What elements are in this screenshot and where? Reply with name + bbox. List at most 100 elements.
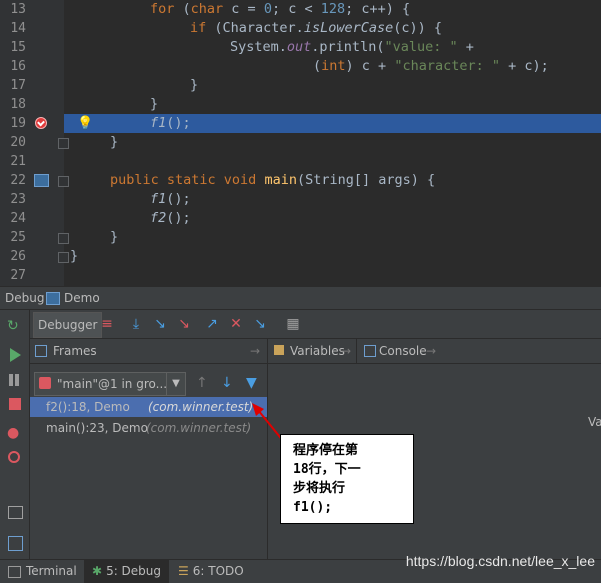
pin-icon[interactable]: → [341, 339, 351, 363]
line-number: 20 [10, 135, 26, 150]
camera-icon[interactable] [8, 506, 23, 519]
code-text: System.out.println("value: " + [230, 39, 474, 55]
code-line-13[interactable]: 13 for (char c = 0; c < 128; c++) { [0, 0, 601, 19]
view-breakpoints-icon[interactable]: ● [7, 425, 23, 441]
thread-selector[interactable]: "main"@1 in gro... ▼ [34, 372, 186, 396]
debug-top-toolbar: Debugger ≡ ⤓ ↘ ↘ ↗ ✕ ↘ ▦ [30, 310, 601, 339]
drop-frame-icon[interactable]: ✕ [228, 316, 244, 332]
tab-todo[interactable]: ☰ 6: TODO [178, 560, 244, 583]
tab-label: 6: TODO [192, 564, 244, 578]
evaluate-expression-icon[interactable]: ▦ [285, 316, 301, 332]
frame-method: main():23, Demo [46, 421, 148, 435]
debug-left-toolbar: ↻ ● [0, 310, 30, 559]
code-line-15[interactable]: 15 System.out.println("value: " + [0, 38, 601, 57]
line-number: 19 [10, 116, 26, 131]
code-text: } [110, 229, 119, 245]
line-number: 26 [10, 249, 26, 264]
rerun-icon[interactable]: ↻ [7, 318, 23, 334]
watermark: https://blog.csdn.net/lee_x_lee [405, 553, 595, 569]
tab-console[interactable]: Console [379, 339, 427, 363]
code-line-25[interactable]: 25 } [0, 228, 601, 247]
code-line-21[interactable]: 21 [0, 152, 601, 171]
thread-value: "main"@1 in gro... [57, 377, 168, 391]
code-text: f1(); [150, 115, 191, 131]
line-number: 14 [10, 21, 26, 36]
code-text: for (char c = 0; c < 128; c++) { [150, 1, 411, 17]
run-to-cursor-icon[interactable]: ↘ [252, 316, 268, 332]
variables-icon [274, 345, 284, 355]
previous-frame-icon[interactable]: ↑ [196, 375, 208, 391]
fold-icon[interactable] [58, 252, 69, 263]
code-line-22[interactable]: 22 public static void main(String[] args… [0, 171, 601, 190]
layout-icon[interactable] [8, 536, 23, 551]
code-line-16[interactable]: 16 (int) c + "character: " + c); [0, 57, 601, 76]
terminal-icon [8, 565, 21, 578]
tab-variables[interactable]: Variables [290, 339, 345, 363]
line-number: 21 [10, 154, 26, 169]
pin-icon[interactable]: → [426, 339, 436, 363]
debug-config-name[interactable]: Demo [64, 287, 100, 309]
code-line-19-current[interactable]: f1(); 💡 [64, 114, 601, 133]
fold-icon[interactable] [58, 176, 69, 187]
note-line: 18行，下一 [293, 462, 361, 477]
code-text: f1(); [150, 191, 191, 207]
step-over-icon[interactable]: ⤓ [128, 316, 144, 332]
pause-icon[interactable] [7, 373, 23, 389]
lightbulb-icon[interactable]: 💡 [77, 114, 93, 133]
resume-icon[interactable] [10, 348, 21, 362]
gutter-line-19[interactable]: 19 [0, 114, 64, 133]
code-line-27[interactable]: 27 [0, 266, 601, 285]
frames-pane: Frames → "main"@1 in gro... ▼ ↑ ↓ ▼ f2()… [30, 339, 268, 559]
code-text: } [190, 77, 199, 93]
code-line-23[interactable]: 23 f1(); [0, 190, 601, 209]
debug-title: Debug [5, 291, 45, 305]
frame-package: (com.winner.test) [146, 421, 252, 435]
line-number: 13 [10, 2, 26, 17]
pin-icon[interactable]: → [250, 339, 260, 363]
code-line-26[interactable]: 26 } [0, 247, 601, 266]
line-number: 17 [10, 78, 26, 93]
mute-breakpoints-icon[interactable] [8, 451, 20, 463]
frames-header: Frames → [30, 339, 267, 364]
force-step-into-icon[interactable]: ↘ [176, 316, 192, 332]
line-number: 18 [10, 97, 26, 112]
frames-icon [35, 345, 47, 357]
filter-icon[interactable]: ▼ [246, 375, 257, 391]
vars-header: Variables → Console → [268, 339, 601, 364]
code-line-18[interactable]: 18 } [0, 95, 601, 114]
next-frame-icon[interactable]: ↓ [221, 375, 233, 391]
code-line-24[interactable]: 24 f2(); [0, 209, 601, 228]
show-execution-point-icon[interactable]: ≡ [99, 316, 115, 332]
run-main-icon[interactable] [34, 174, 49, 187]
fold-icon[interactable] [58, 233, 69, 244]
fold-icon[interactable] [58, 138, 69, 149]
tab-debug[interactable]: ✱ 5: Debug [84, 560, 170, 583]
tab-terminal[interactable]: Terminal [8, 560, 77, 583]
config-icon [46, 292, 60, 305]
note-line: f1(); [293, 500, 333, 515]
code-editor[interactable]: 13 for (char c = 0; c < 128; c++) { 14 i… [0, 0, 601, 286]
frame-method: f2():18, Demo [46, 400, 130, 414]
thread-icon [39, 377, 51, 389]
stop-icon[interactable] [9, 398, 21, 410]
frame-package: (com.winner.test) [148, 400, 254, 414]
code-line-17[interactable]: 17 } [0, 76, 601, 95]
chevron-down-icon[interactable]: ▼ [166, 373, 185, 395]
line-number: 23 [10, 192, 26, 207]
bug-icon: ✱ [92, 564, 103, 578]
frame-row-selected[interactable]: f2():18, Demo (com.winner.test) [30, 397, 267, 417]
code-line-20[interactable]: 20 } [0, 133, 601, 152]
code-text: } [110, 134, 119, 150]
code-text: if (Character.isLowerCase(c)) { [190, 20, 442, 36]
breakpoint-icon[interactable] [35, 117, 47, 129]
code-line-14[interactable]: 14 if (Character.isLowerCase(c)) { [0, 19, 601, 38]
annotation-note: 程序停在第 18行，下一 步将执行 f1(); [280, 434, 414, 524]
step-out-icon[interactable]: ↗ [204, 316, 220, 332]
tab-debugger[interactable]: Debugger [33, 312, 103, 338]
line-number: 24 [10, 211, 26, 226]
frame-row[interactable]: main():23, Demo (com.winner.test) [30, 418, 267, 438]
line-number: 22 [10, 173, 26, 188]
code-text: } [70, 248, 79, 264]
step-into-icon[interactable]: ↘ [152, 316, 168, 332]
line-number: 16 [10, 59, 26, 74]
